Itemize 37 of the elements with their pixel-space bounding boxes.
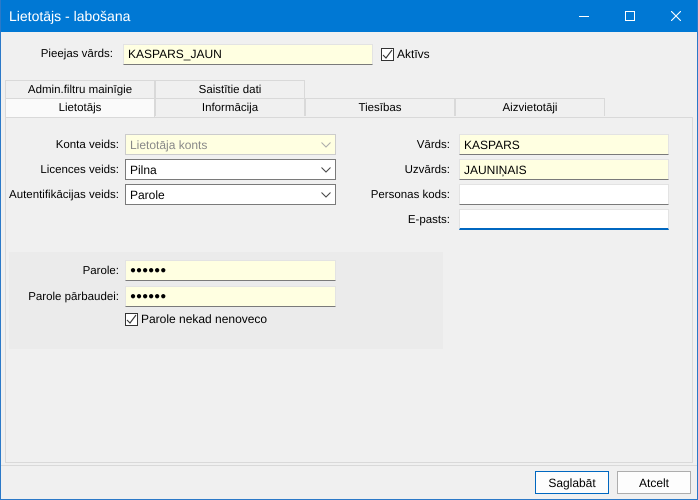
field-label: Pieejas vārds: xyxy=(40,48,113,60)
tab[interactable]: Tiesības xyxy=(305,98,455,116)
checkbox-label: Parole nekad nenoveco xyxy=(141,312,268,326)
text-field[interactable]: JAUNIŅAIS xyxy=(459,159,669,180)
close-icon[interactable] xyxy=(671,11,681,21)
dialog-button[interactable]: Atcelt xyxy=(617,471,691,494)
window-title: Lietotājs - labošana xyxy=(9,8,130,24)
tab[interactable]: Saistītie dati xyxy=(155,80,305,98)
chevron-down-icon xyxy=(321,166,331,172)
checkbox[interactable] xyxy=(125,312,138,326)
field-label: Uzvārds: xyxy=(404,164,450,176)
checkbox-label: Aktīvs xyxy=(397,47,430,61)
login-field[interactable]: KASPARS_JAUN xyxy=(123,44,373,64)
field-label: Parole pārbaudei: xyxy=(27,290,119,302)
field-label: E-pasts: xyxy=(406,214,450,226)
dropdown[interactable]: Pilna xyxy=(125,159,336,180)
chevron-down-icon xyxy=(321,192,331,198)
tab[interactable]: Informācija xyxy=(155,98,305,116)
field-label: Autentifikācijas veids: xyxy=(8,188,119,200)
maximize-icon[interactable] xyxy=(625,11,635,21)
chevron-down-icon xyxy=(321,142,331,148)
field-label: Konta veids: xyxy=(54,138,119,150)
text-field[interactable]: KASPARS xyxy=(459,134,669,155)
password-field[interactable]: ●●●●●● xyxy=(125,260,336,281)
checkbox[interactable] xyxy=(381,48,394,60)
dropdown[interactable]: Parole xyxy=(125,184,336,205)
field-label: Personas kods: xyxy=(370,188,450,200)
tab[interactable]: Admin.filtru mainīgie xyxy=(5,80,155,98)
field-label: Licences veids: xyxy=(39,164,119,176)
tab[interactable]: Lietotājs xyxy=(5,98,155,117)
text-field[interactable] xyxy=(459,209,669,230)
text-field[interactable] xyxy=(459,184,669,205)
field-label: Parole: xyxy=(82,264,119,276)
dialog-button[interactable]: Saglabāt xyxy=(535,471,609,494)
tab[interactable]: Aizvietotāji xyxy=(455,98,605,116)
field-label: Vārds: xyxy=(416,138,450,150)
password-field[interactable]: ●●●●●● xyxy=(125,286,336,307)
